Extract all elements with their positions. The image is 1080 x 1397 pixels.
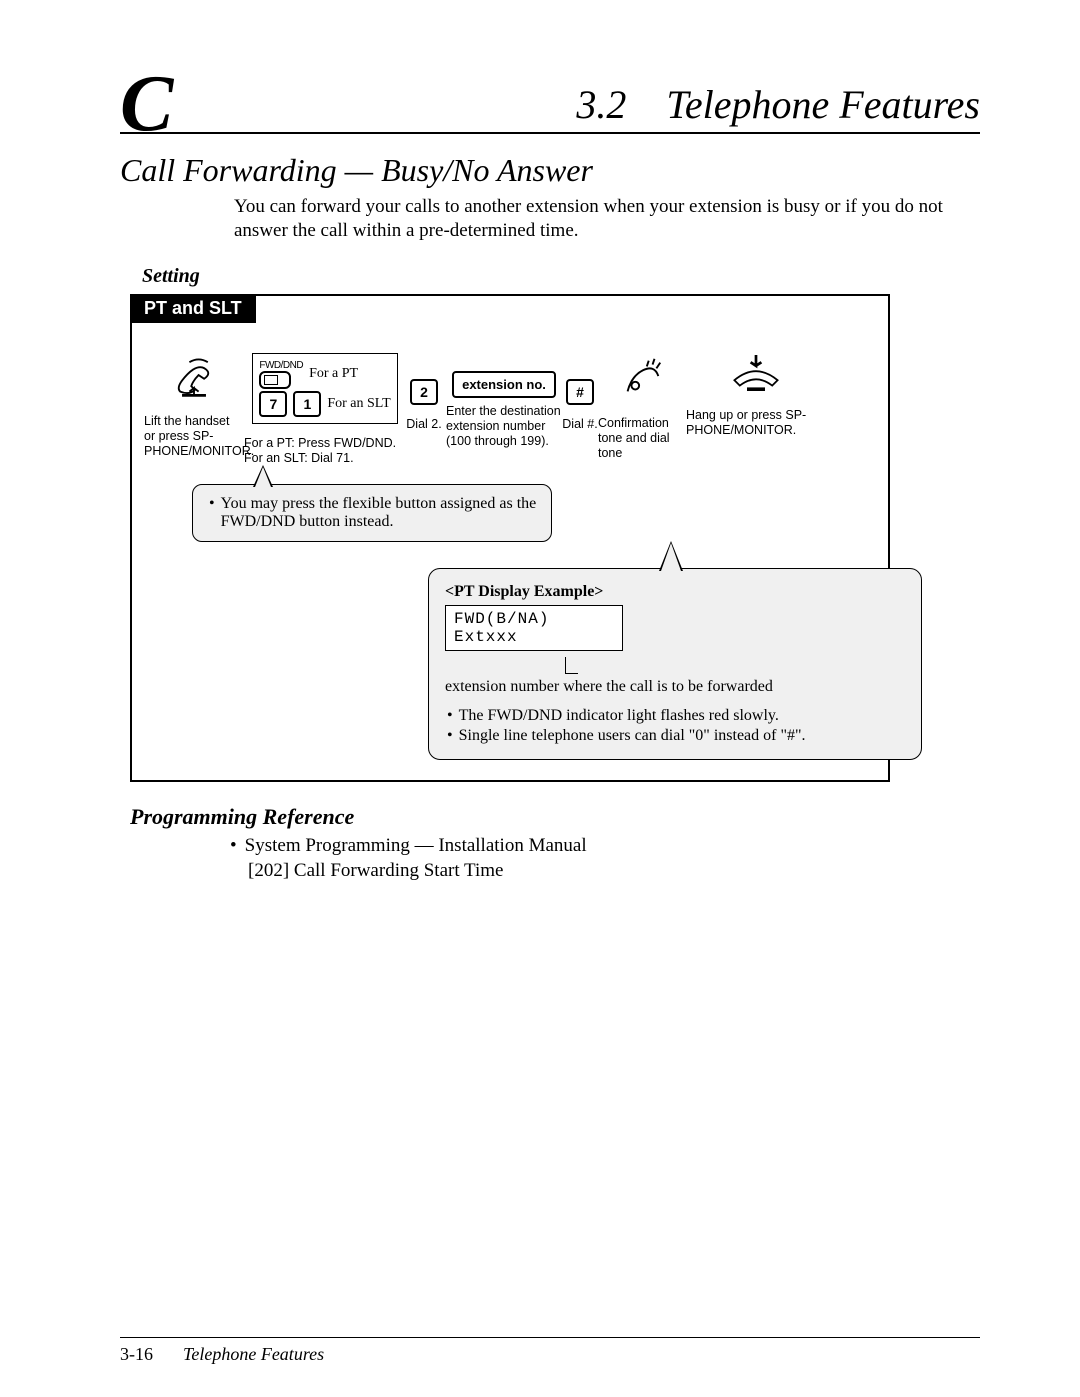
- step-lift-handset: Lift the handset or press SP-PHONE/MONIT…: [144, 353, 244, 459]
- step-dial-2: 2 Dial 2.: [402, 353, 446, 432]
- display-example-bubble: <PT Display Example> FWD(B/NA) Extxxx ex…: [428, 568, 922, 761]
- leader-line-icon: [565, 657, 578, 674]
- setting-box: PT and SLT Lift the handset or press SP-…: [130, 294, 890, 783]
- note-bubble-1: •You may press the flexible button assig…: [192, 484, 552, 542]
- key-1: 1: [293, 391, 321, 417]
- key-2: 2: [410, 379, 438, 405]
- step1-caption: Lift the handset or press SP-PHONE/MONIT…: [144, 414, 244, 459]
- handset-lift-icon: [171, 387, 217, 402]
- step4-caption: Enter the destination extension number (…: [446, 404, 562, 449]
- step-extension: extension no. Enter the destination exte…: [446, 353, 562, 449]
- flow-row: Lift the handset or press SP-PHONE/MONIT…: [132, 323, 888, 470]
- chapter-letter: C: [120, 72, 173, 136]
- section-title: Telephone Features: [666, 82, 980, 127]
- extension-number-box: extension no.: [452, 371, 556, 398]
- lcd-display: FWD(B/NA) Extxxx: [445, 605, 623, 651]
- step5-caption: Dial #.: [562, 417, 598, 432]
- step2-caption: For a PT: Press FWD/DND. For an SLT: Dia…: [244, 436, 402, 466]
- fwd-dnd-key-icon: [259, 371, 291, 389]
- key-hash: #: [566, 379, 594, 405]
- pt-slt-option-box: FWD/DND For a PT 7 1 For an SLT: [252, 353, 397, 424]
- programming-reference-heading: Programming Reference: [130, 804, 980, 830]
- page-number: 3-16: [120, 1344, 153, 1364]
- page-title: Call Forwarding — Busy/No Answer: [120, 152, 980, 189]
- step-press-fwd: FWD/DND For a PT 7 1 For an SLT For a PT…: [244, 353, 402, 466]
- step7-caption: Hang up or press SP-PHONE/MONITOR.: [686, 408, 826, 438]
- intro-text: You can forward your calls to another ex…: [234, 195, 980, 243]
- leader-text: extension number where the call is to be…: [445, 677, 773, 696]
- hangup-icon: [729, 381, 783, 396]
- fwd-dnd-label: FWD/DND: [259, 360, 303, 371]
- page-header: C 3.2 Telephone Features: [120, 60, 980, 134]
- page-footer: 3-16 Telephone Features: [120, 1337, 980, 1365]
- note1-text: You may press the flexible button assign…: [221, 495, 537, 531]
- for-a-pt-label: For a PT: [309, 366, 358, 382]
- section-number: 3.2: [576, 82, 626, 127]
- pt-display-title: <PT Display Example>: [445, 583, 905, 601]
- step-dial-hash: # Dial #.: [562, 353, 598, 432]
- footer-title: Telephone Features: [183, 1344, 324, 1364]
- step3-caption: Dial 2.: [402, 417, 446, 432]
- tab-pt-slt: PT and SLT: [130, 294, 256, 323]
- programming-reference-body: •System Programming — Installation Manua…: [230, 834, 980, 883]
- confirmation-tone-icon: [618, 389, 666, 404]
- step-confirmation: Confirmation tone and dial tone: [598, 353, 686, 461]
- bubble-bullet-2: Single line telephone users can dial "0"…: [459, 726, 806, 747]
- for-an-slt-label: For an SLT: [327, 396, 390, 412]
- bubble-bullet-1: The FWD/DND indicator light flashes red …: [459, 706, 779, 727]
- prog-bullet: System Programming — Installation Manual: [245, 834, 587, 859]
- step-hangup: Hang up or press SP-PHONE/MONITOR.: [686, 353, 826, 438]
- key-7: 7: [259, 391, 287, 417]
- setting-heading: Setting: [142, 265, 980, 288]
- prog-item: [202] Call Forwarding Start Time: [248, 859, 980, 884]
- step6-caption: Confirmation tone and dial tone: [598, 416, 686, 461]
